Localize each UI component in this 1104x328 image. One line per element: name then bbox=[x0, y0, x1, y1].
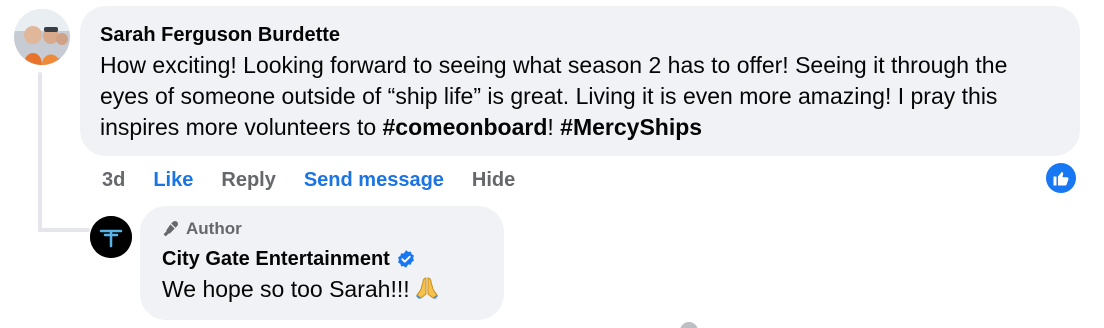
comment-author-name[interactable]: Sarah Ferguson Burdette bbox=[100, 22, 1060, 48]
comment-text-punctuation: ! bbox=[547, 114, 561, 140]
folded-hands-icon bbox=[414, 274, 440, 308]
comment-bubble: Sarah Ferguson Burdette How exciting! Lo… bbox=[80, 6, 1080, 156]
avatar[interactable] bbox=[90, 216, 132, 258]
avatar[interactable] bbox=[14, 9, 70, 65]
reply-author-name[interactable]: City Gate Entertainment bbox=[162, 246, 390, 272]
comment-text: How exciting! Looking forward to seeing … bbox=[100, 50, 1060, 143]
hashtag-link[interactable]: #MercyShips bbox=[560, 114, 702, 140]
thumbs-up-icon bbox=[1053, 172, 1069, 186]
hide-button[interactable]: Hide bbox=[472, 166, 515, 194]
partial-avatar bbox=[680, 322, 698, 328]
city-gate-logo-icon bbox=[90, 216, 132, 258]
reply-text: We hope so too Sarah!!! bbox=[162, 274, 482, 308]
verified-badge-icon bbox=[396, 249, 416, 269]
reaction-badge[interactable] bbox=[1046, 163, 1076, 193]
microphone-icon bbox=[163, 220, 179, 237]
thread-connector-line bbox=[38, 72, 42, 232]
comment-actions: 3d Like Reply Send message Hide bbox=[102, 166, 543, 194]
avatar-photo bbox=[14, 9, 70, 65]
thread-connector-branch bbox=[38, 228, 90, 232]
author-badge-label: Author bbox=[186, 219, 242, 238]
hashtag-link[interactable]: #comeonboard bbox=[383, 114, 548, 140]
reply-bubble: Author City Gate Entertainment We hope s… bbox=[140, 206, 504, 320]
reply-author-row: City Gate Entertainment bbox=[162, 246, 482, 272]
comment-thread: Sarah Ferguson Burdette How exciting! Lo… bbox=[0, 0, 1104, 328]
send-message-button[interactable]: Send message bbox=[304, 166, 444, 194]
reply-button[interactable]: Reply bbox=[221, 166, 275, 194]
like-button[interactable]: Like bbox=[153, 166, 193, 194]
author-badge: Author bbox=[162, 218, 482, 240]
comment-timestamp[interactable]: 3d bbox=[102, 166, 125, 194]
reply-text-body: We hope so too Sarah!!! bbox=[162, 276, 410, 302]
